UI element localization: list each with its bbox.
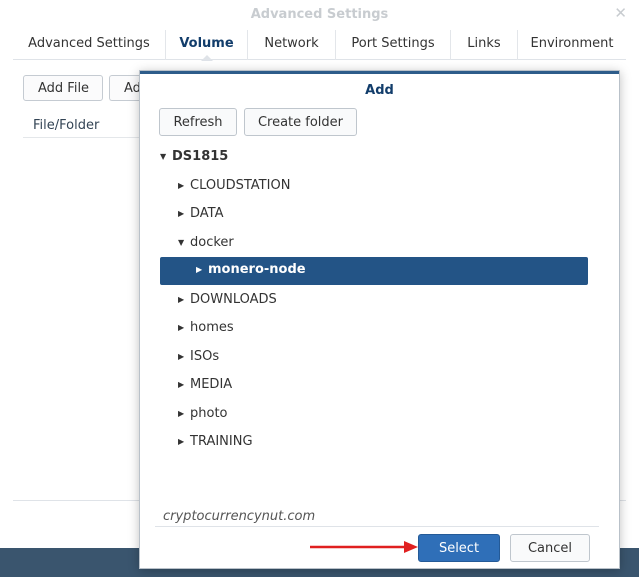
tree-root-ds1815[interactable]: ▼ DS1815 [160,143,228,171]
tree-item-label: photo [190,406,228,421]
window-title: Advanced Settings [250,7,389,22]
annotation-arrow-icon [310,541,418,553]
caret-down-icon[interactable]: ▼ [178,238,190,247]
refresh-button[interactable]: Refresh [159,108,237,136]
caret-right-icon[interactable]: ▶ [178,295,190,304]
tab-links[interactable]: Links [451,30,518,60]
add-file-button[interactable]: Add File [23,75,103,101]
cancel-button[interactable]: Cancel [510,534,590,562]
tree-item-docker[interactable]: ▼ docker [178,229,234,257]
caret-right-icon[interactable]: ▶ [178,181,190,190]
tree-item-media[interactable]: ▶ MEDIA [178,371,232,399]
tree-item-label: MEDIA [190,377,233,392]
tree-item-label: DOWNLOADS [190,292,277,307]
add-folder-button[interactable]: Ad [109,75,143,101]
caret-right-icon[interactable]: ▶ [178,352,190,361]
dialog-title: Add [365,83,394,98]
caret-down-icon[interactable]: ▼ [160,152,172,161]
tree-item-isos[interactable]: ▶ ISOs [178,343,219,371]
tree-item-label: monero-node [208,262,306,277]
caret-right-icon[interactable]: ▶ [178,323,190,332]
caret-right-icon[interactable]: ▶ [178,209,190,218]
watermark-text: cryptocurrencynut.com [163,509,316,524]
tree-item-label: DATA [190,206,224,221]
create-folder-button[interactable]: Create folder [244,108,357,136]
caret-right-icon[interactable]: ▶ [178,409,190,418]
tab-port-settings[interactable]: Port Settings [336,30,451,60]
tree-item-monero-node[interactable]: ▶ monero-node [160,257,588,285]
tree-item-label: TRAINING [190,434,253,449]
dialog-accent-bar [140,71,619,74]
tree-item-label: ISOs [190,349,220,364]
column-divider [23,137,143,138]
tab-environment[interactable]: Environment [518,30,626,60]
tree-item-homes[interactable]: ▶ homes [178,314,234,342]
caret-right-icon[interactable]: ▶ [196,265,208,274]
select-button[interactable]: Select [418,534,500,562]
file-folder-column-header[interactable]: File/Folder [33,118,99,133]
tree-item-label: docker [190,235,234,250]
tree-item-training[interactable]: ▶ TRAINING [178,428,253,456]
tree-item-downloads[interactable]: ▶ DOWNLOADS [178,286,277,314]
tree-item-photo[interactable]: ▶ photo [178,400,228,428]
tree-item-cloudstation[interactable]: ▶ CLOUDSTATION [178,172,290,200]
tree-root-label: DS1815 [172,149,229,164]
tree-item-label: CLOUDSTATION [190,178,291,193]
add-folder-dialog: Add Refresh Create folder ▼ DS1815 ▶ CLOUD… [139,70,620,569]
tab-network[interactable]: Network [248,30,336,60]
tab-volume[interactable]: Volume [166,30,248,61]
tree-item-label: homes [190,320,234,335]
footer-divider [155,526,599,527]
caret-right-icon[interactable]: ▶ [178,380,190,389]
tree-item-data[interactable]: ▶ DATA [178,200,224,228]
tab-bar: Advanced Settings Volume Network Port Se… [13,30,626,61]
close-icon[interactable]: ✕ [614,4,627,22]
caret-right-icon[interactable]: ▶ [178,437,190,446]
tab-advanced-settings[interactable]: Advanced Settings [13,30,166,60]
